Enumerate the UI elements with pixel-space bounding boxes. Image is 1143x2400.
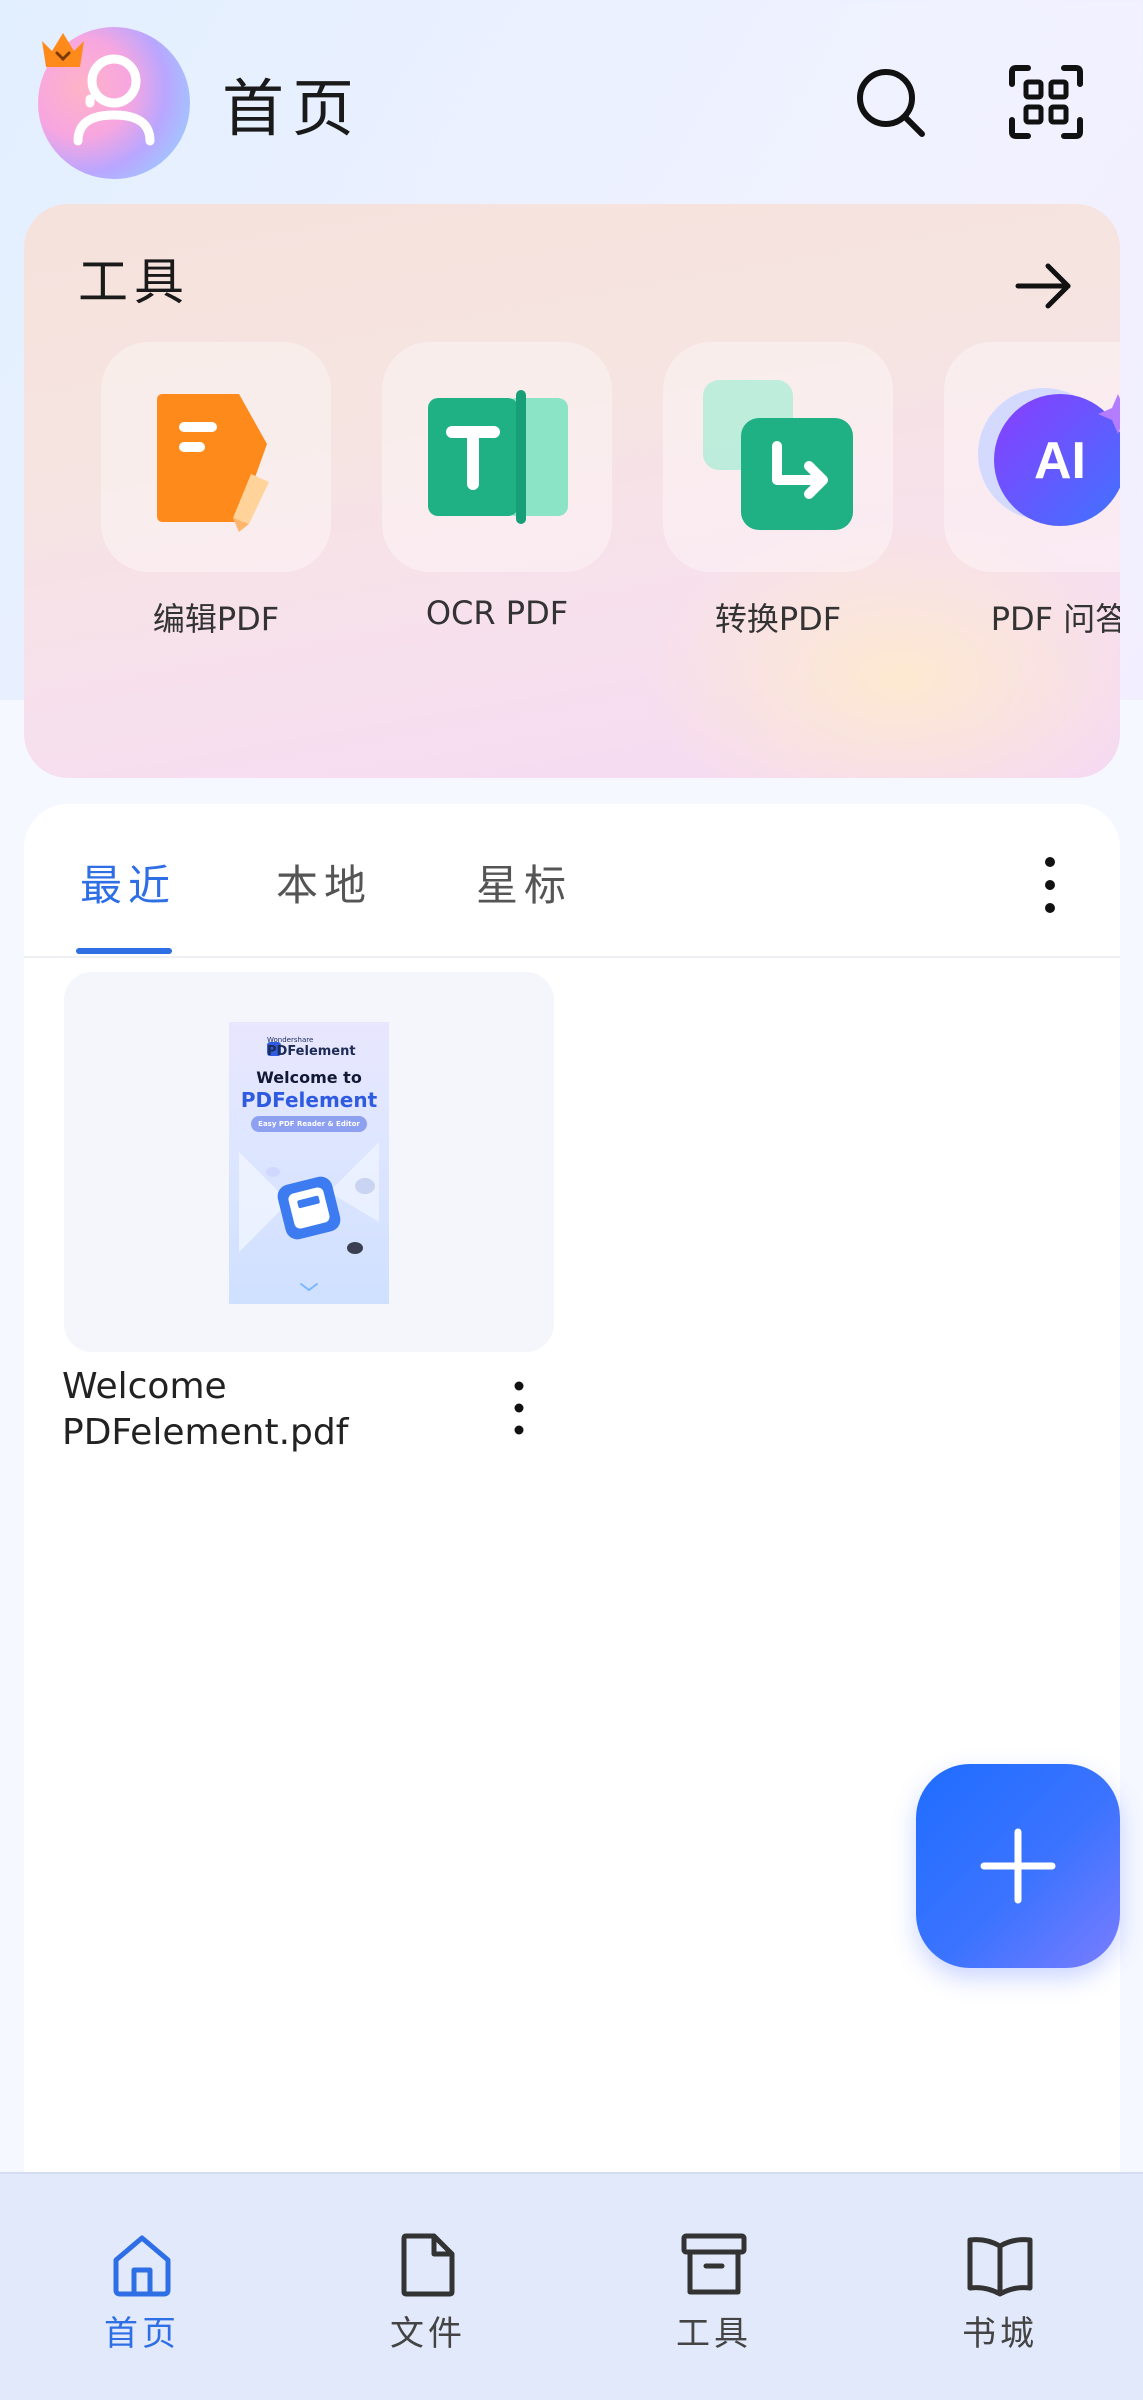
cover-tagline: Easy PDF Reader & Editor [258,1120,360,1128]
tool-convert-pdf[interactable]: 转换PDF [663,342,893,640]
tab-local[interactable]: 本地 [276,852,372,913]
edit-pdf-icon [157,394,269,532]
nav-label: 书城 [962,2314,1038,2354]
arrow-right-icon[interactable] [1012,254,1076,318]
plus-icon [980,1828,1056,1904]
pdf-cover-image: Wondershare PDFelement Welcome to PDFele… [229,1022,389,1304]
cover-brand: PDFelement [267,1044,356,1059]
cover-tagline-pill: Easy PDF Reader & Editor [251,1116,367,1132]
user-avatar[interactable] [38,27,190,179]
home-icon [113,2235,171,2297]
tool-tile [663,342,893,572]
toolbox-icon [681,2233,747,2295]
page-title: 首页 [222,72,363,145]
nav-home[interactable]: 首页 [72,2228,212,2355]
book-icon [967,2237,1033,2297]
convert-pdf-icon [703,380,853,530]
scan-icon[interactable] [1006,62,1086,142]
tools-card: 工具 编辑PDF OCR PDF 转换PDF AI PDF 问答 [24,204,1120,778]
tools-title: 工具 [78,253,190,311]
cover-illustration [239,1042,379,1292]
more-vertical-icon[interactable] [1030,852,1070,918]
file-name-line2: PDFelement.pdf [62,1412,349,1453]
cover-heading: Welcome to [256,1068,362,1087]
file-thumbnail[interactable]: Wondershare PDFelement Welcome to PDFele… [64,972,554,1352]
tab-recent[interactable]: 最近 [80,852,176,913]
tool-tile: AI [944,342,1120,572]
tool-tile [101,342,331,572]
tool-pdf-qa[interactable]: AI PDF 问答 [944,342,1120,640]
tool-label: 编辑PDF [152,600,280,638]
files-section: 最近 本地 星标 Wondershare PDFelement Welcome … [24,804,1120,2400]
nav-label: 文件 [390,2314,466,2354]
vip-crown-icon [42,33,84,67]
nav-bookstore[interactable]: 书城 [930,2228,1070,2355]
cover-product-name: PDFelement [240,1088,378,1112]
search-icon[interactable] [850,62,930,142]
tab-starred[interactable]: 星标 [476,852,572,913]
app-header: 首页 [0,0,1143,200]
tool-label: 转换PDF [714,600,842,638]
svg-text:AI: AI [1034,432,1086,490]
tool-label: OCR PDF [425,594,569,632]
ocr-pdf-icon [428,390,568,524]
file-icon [401,2233,455,2297]
cover-brand-top: Wondershare [267,1036,314,1044]
file-more-icon[interactable] [504,1378,534,1438]
tool-label: PDF 问答 [990,600,1120,638]
nav-tools[interactable]: 工具 [644,2228,784,2355]
ai-chat-icon: AI [978,388,1120,526]
tabs-divider [24,956,1120,958]
add-file-button[interactable] [916,1764,1120,1968]
nav-files[interactable]: 文件 [358,2228,498,2355]
file-name[interactable]: Welcome PDFelement.pdf [62,1364,348,1456]
tool-ocr-pdf[interactable]: OCR PDF [382,342,612,632]
file-name-line1: Welcome [62,1366,227,1407]
nav-label: 工具 [676,2314,752,2354]
nav-label: 首页 [104,2314,180,2354]
tool-tile [382,342,612,572]
active-tab-indicator [76,948,172,954]
tool-edit-pdf[interactable]: 编辑PDF [101,342,331,640]
bottom-navigation: 首页 文件 工具 书城 [0,2172,1143,2400]
